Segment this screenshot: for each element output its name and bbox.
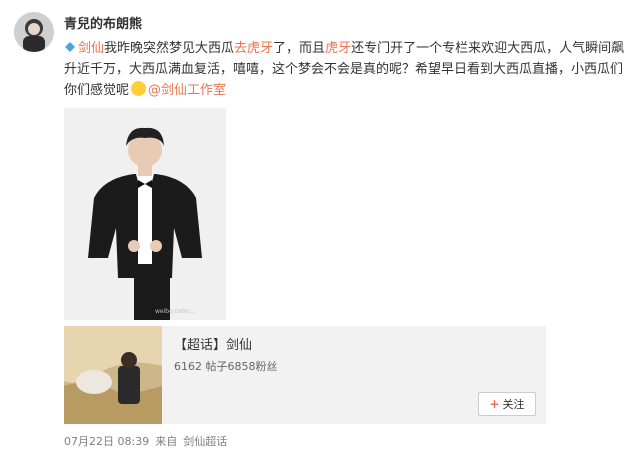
post-text: 剑仙我昨晚突然梦见大西瓜去虎牙了，而且虎牙还专门开了一个专栏来欢迎大西瓜，人气瞬…: [64, 41, 625, 98]
post-source[interactable]: 剑仙超话: [183, 435, 227, 448]
super-topic-icon: [65, 42, 75, 52]
card-thumbnail: [64, 326, 162, 424]
avatar-image: [14, 12, 54, 52]
post-photo[interactable]: [64, 108, 226, 320]
source-prefix: 来自: [155, 435, 178, 448]
avatar[interactable]: [14, 12, 54, 52]
link-huya-2[interactable]: 虎牙: [325, 41, 351, 56]
at-mention-link[interactable]: @剑仙工作室: [148, 83, 226, 98]
post-time[interactable]: 07月22日 08:39: [64, 435, 149, 448]
person-in-tuxedo-image: [64, 108, 226, 320]
follow-button[interactable]: + 关注: [478, 392, 536, 416]
username[interactable]: 青兒的布朗熊: [64, 13, 142, 32]
card-stats: 6162 帖子6858粉丝: [174, 360, 278, 373]
card-thumbnail-image: [64, 326, 162, 424]
smile-emoji-icon: [131, 81, 147, 96]
plus-icon: +: [489, 397, 500, 411]
card-title[interactable]: 【超话】剑仙: [174, 334, 252, 353]
post-meta: 07月22日 08:39 来自 剑仙超话: [64, 433, 233, 449]
super-topic-card[interactable]: 【超话】剑仙 6162 帖子6858粉丝 + 关注: [64, 326, 546, 424]
photo-watermark: weibo.com/...: [155, 308, 196, 315]
follow-label: 关注: [502, 398, 525, 411]
link-huya-1[interactable]: 去虎牙: [234, 41, 273, 56]
mention-link[interactable]: 剑仙: [64, 41, 104, 56]
